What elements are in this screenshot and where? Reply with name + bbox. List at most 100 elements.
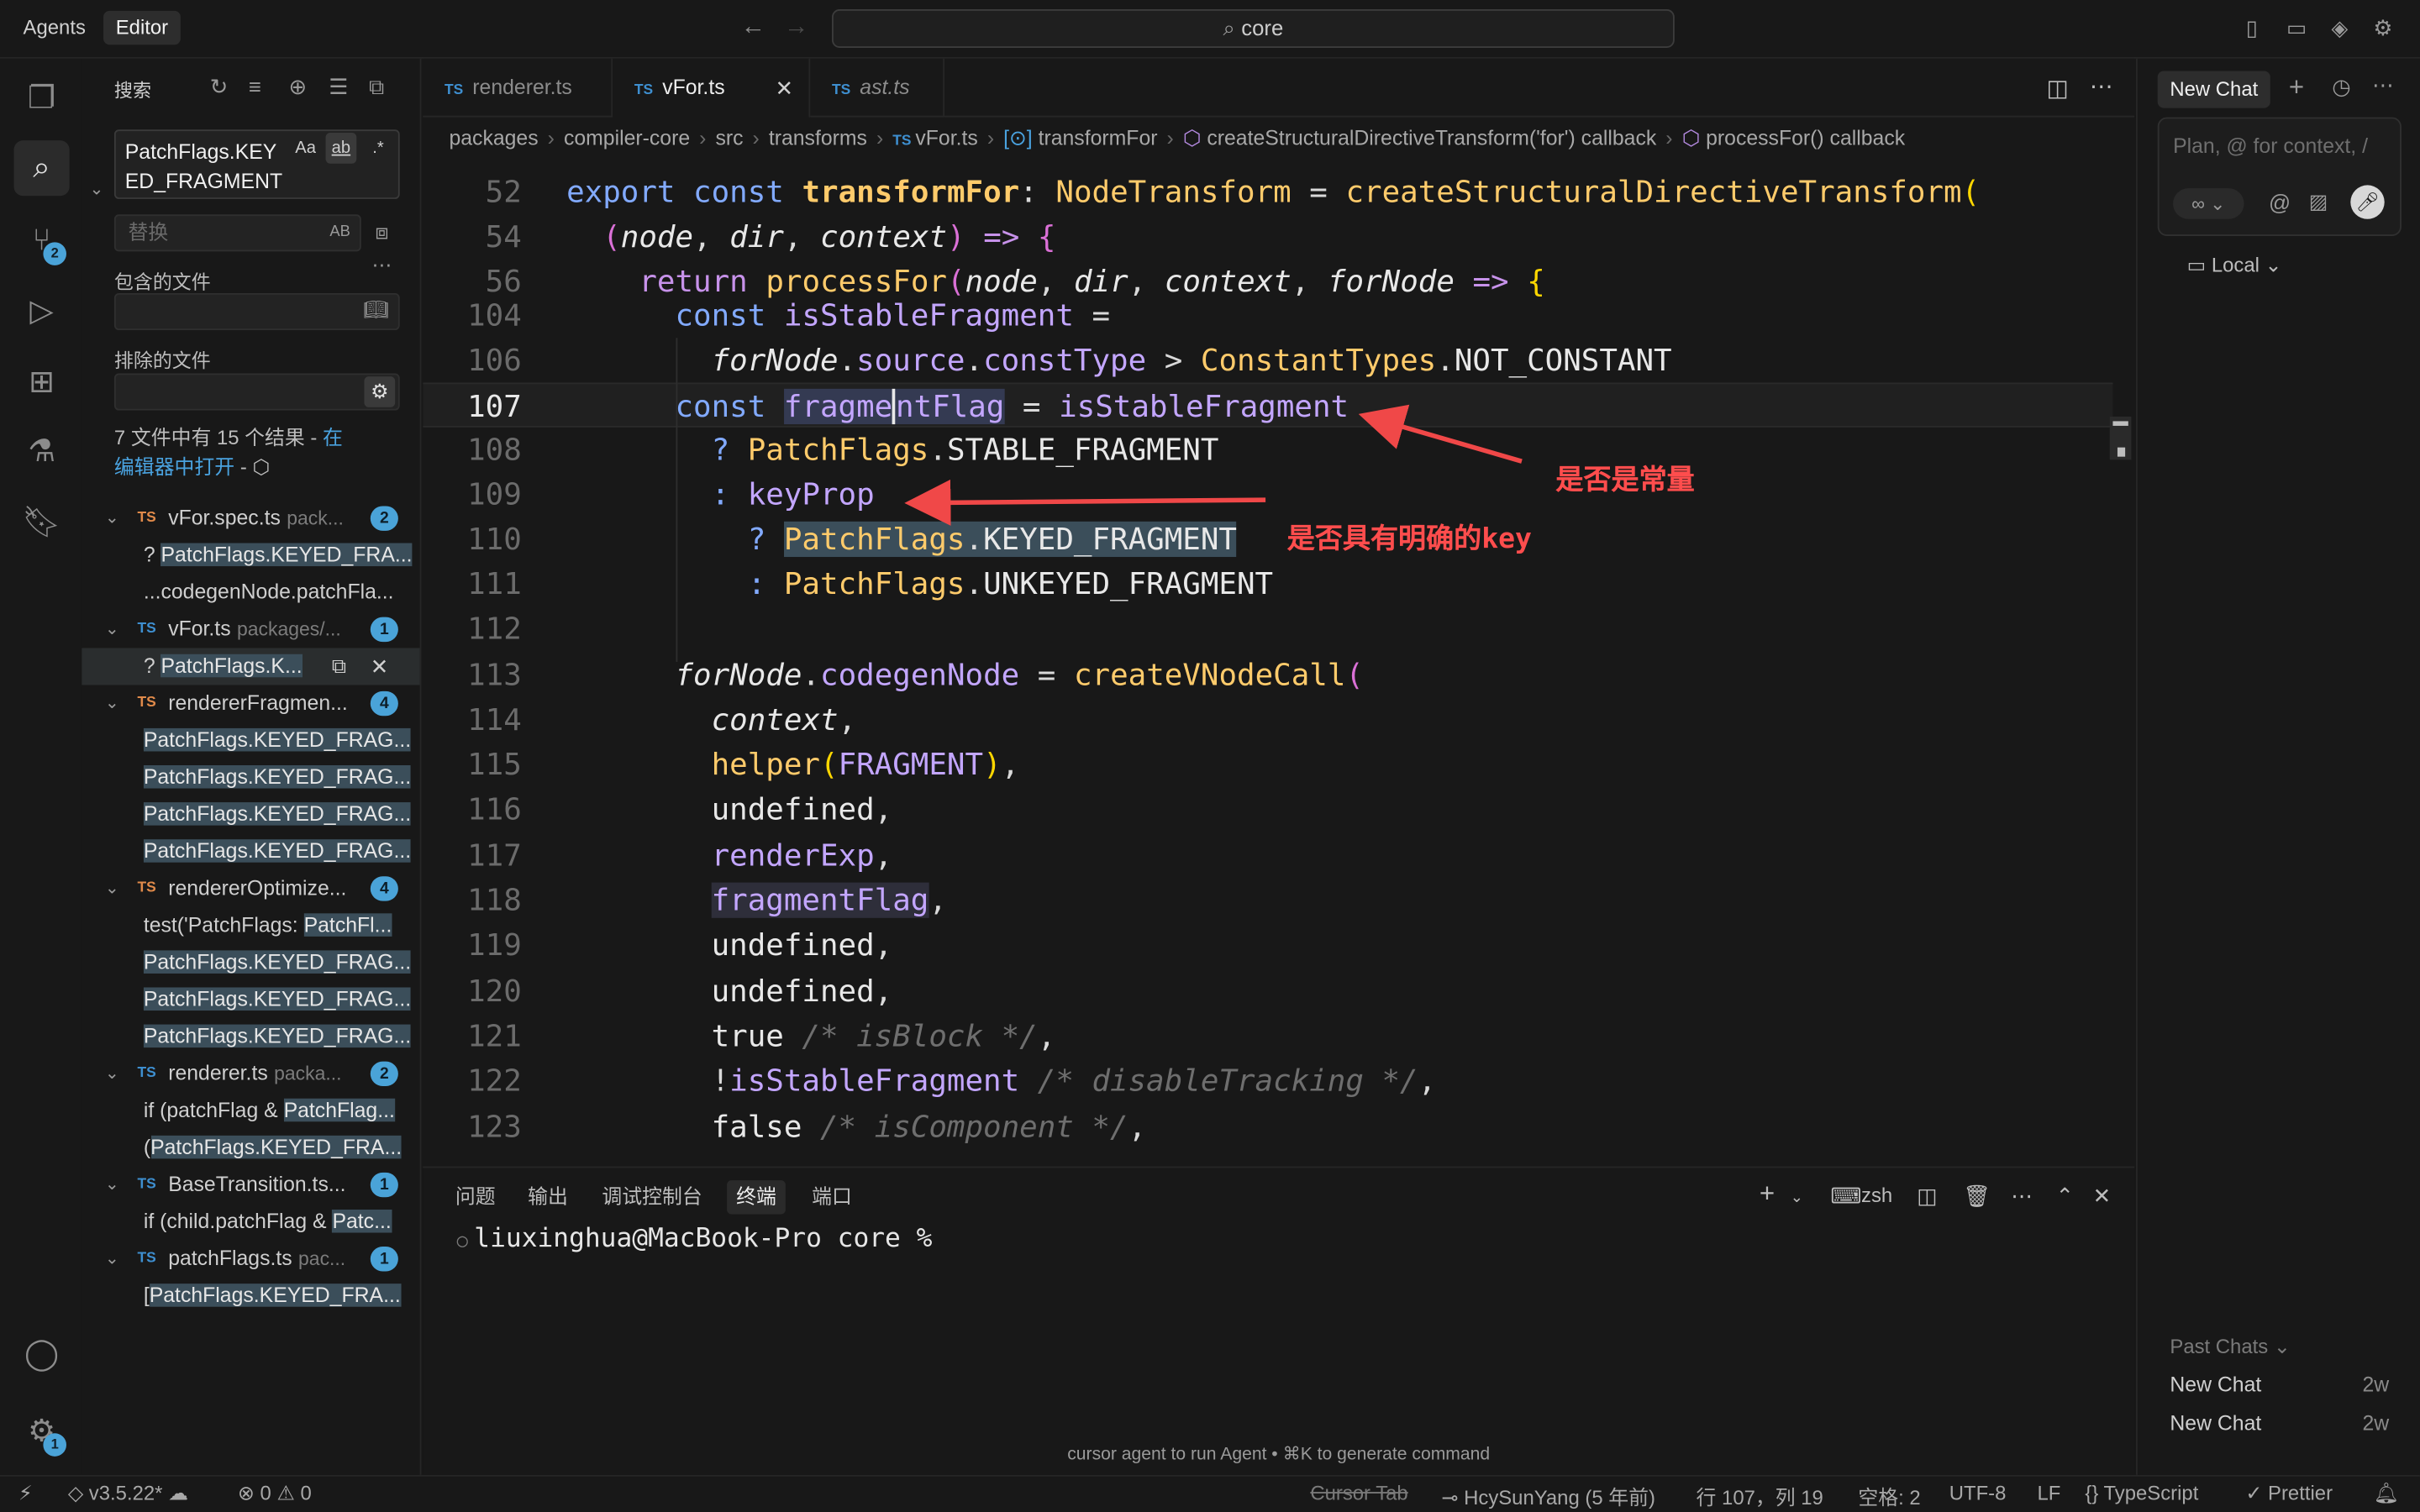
history-clock-icon[interactable]: ◷ [2332,74,2350,100]
chevron-down-icon[interactable]: ⌄ [105,1167,119,1204]
tab-ports[interactable]: 端口 [802,1180,861,1214]
end-of-line[interactable]: LF [2037,1481,2060,1504]
terminal-output[interactable]: ○ liuxinghua@MacBook-Pro core % [457,1224,933,1255]
result-match-row[interactable]: ? PatchFlags.KEYED_FRA... [82,537,419,574]
gear-icon[interactable]: ⚙ [2370,15,2395,39]
exclude-settings-icon[interactable]: ⚙ [364,376,396,407]
new-chat-plus-icon[interactable]: + [2289,72,2304,103]
chevron-down-icon[interactable]: ⌄ [105,685,119,722]
microphone-icon[interactable]: 🎤︎ [2350,185,2385,219]
testing-flask-icon[interactable]: ⚗ [14,424,70,480]
editor-tab[interactable]: TS ast.ts [810,58,945,118]
indentation[interactable]: 空格: 2 [1858,1481,1920,1510]
editor-tab[interactable]: TS vFor.ts ✕ [613,58,811,118]
tab-output[interactable]: 输出 [518,1180,577,1214]
result-file-row[interactable]: ⌄ TS vFor.spec.ts pack... 2 [82,500,419,537]
result-file-row[interactable]: ⌄ TS patchFlags.ts pac... 1 [82,1241,419,1278]
tab-debug-console[interactable]: 调试控制台 [592,1180,711,1214]
result-match-row[interactable]: (PatchFlags.KEYED_FRA... [82,1129,419,1166]
breadcrumb-item[interactable]: transformFor [1039,127,1158,150]
chevron-down-icon[interactable]: ⌄ [105,500,119,537]
source-control-icon[interactable]: ⑂ 2 [14,213,70,268]
problems-item[interactable]: ⊗ 0 ⚠ 0 [238,1481,312,1505]
result-file-row[interactable]: ⌄ TS rendererOptimize... 4 [82,870,419,907]
clear-results-icon[interactable]: ≡ [249,74,261,98]
match-case-toggle[interactable]: Aa [290,133,321,164]
back-arrow-icon[interactable]: ← [741,14,765,42]
view-as-tree-icon[interactable]: ☰ [329,74,348,100]
collapse-all-icon[interactable]: ⧉ [369,74,384,100]
git-blame-item[interactable]: ⊸ HcySunYang (5 年前) [1441,1481,1655,1510]
use-regex-toggle[interactable]: .* [363,133,394,164]
search-icon[interactable]: ⌕ [13,140,70,197]
result-file-row[interactable]: ⌄ TS rendererFragmen... 4 [82,685,419,722]
result-match-row[interactable]: PatchFlags.KEYED_FRAG... [82,944,419,981]
editor-tab[interactable]: TS renderer.ts [423,58,613,118]
chat-more-icon[interactable]: ⋯ [2372,72,2394,98]
terminal-shell-name[interactable]: zsh [1861,1184,1892,1207]
close-tab-icon[interactable]: ✕ [776,59,794,118]
include-files-input[interactable]: 📖︎ [113,292,400,331]
image-icon[interactable]: ▨ [2309,190,2328,214]
bookmark-icon[interactable]: 🔖︎ [14,496,70,551]
chevron-down-icon[interactable]: ⌄ [105,1241,119,1278]
open-editors-book-icon[interactable]: 📖︎ [364,297,389,322]
tab-terminal[interactable]: 终端 [727,1180,786,1215]
more-actions-icon[interactable]: ⋯ [2090,72,2113,100]
explorer-icon[interactable]: ❐ [14,71,70,126]
git-branch-item[interactable]: ◇ v3.5.22* ☁ [68,1481,188,1505]
new-search-editor-icon[interactable]: ⊕ [288,74,307,100]
trash-icon[interactable]: 🗑︎ [1963,1184,1991,1210]
terminal-dropdown-chevron-icon[interactable]: ⌄ [1791,1189,1803,1206]
chevron-down-icon[interactable]: ⌄ [105,870,119,907]
result-match-row[interactable]: PatchFlags.KEYED_FRAG... [82,1018,419,1055]
replace-input[interactable]: 替换 AB [113,214,361,252]
formatter-item[interactable]: ✓ Prettier [2245,1481,2333,1505]
breadcrumb-item[interactable]: createStructuralDirectiveTransform('for'… [1207,127,1656,150]
more-options-icon[interactable]: ⋯ [372,253,392,277]
forward-arrow-icon[interactable]: → [784,14,808,42]
code-editor[interactable]: 52 export const transformFor: NodeTransfo… [423,170,2134,1167]
past-chat-item[interactable]: New Chat 2w [2170,1412,2389,1436]
breadcrumb-item[interactable]: vFor.ts [915,127,977,150]
account-icon[interactable]: ◯ [14,1327,70,1383]
result-file-row[interactable]: ⌄ TS vFor.ts packages/... 1 [82,611,419,648]
tab-editor[interactable]: Editor [103,10,181,45]
cursor-position[interactable]: 行 107，列 19 [1697,1481,1823,1510]
command-center[interactable]: ⌕ core [831,9,1675,48]
result-match-row[interactable]: PatchFlags.KEYED_FRAG... [82,981,419,1018]
result-file-row[interactable]: ⌄ TS renderer.ts packa... 2 [82,1055,419,1092]
breadcrumb-item[interactable]: packages [449,127,538,150]
result-match-row[interactable]: PatchFlags.KEYED_FRAG... [82,833,419,870]
open-in-editor-link-2[interactable]: 编辑器中打开 [114,455,234,479]
language-mode[interactable]: {} TypeScript [2085,1481,2198,1504]
replace-all-icon[interactable]: ⧈ [375,219,388,245]
manage-gear-icon[interactable]: ⚙ 1 [14,1404,70,1459]
mention-at-icon[interactable]: @ [2269,190,2291,214]
breadcrumb-item[interactable]: transforms [769,127,867,150]
breadcrumb-item[interactable]: compiler-core [564,127,690,150]
tab-problems[interactable]: 问题 [446,1180,505,1214]
result-match-row[interactable]: if (patchFlag & PatchFlag... [82,1092,419,1129]
result-file-row[interactable]: ⌄ TS BaseTransition.ts... 1 [82,1167,419,1204]
refresh-icon[interactable]: ↻ [210,74,229,100]
cube-icon[interactable]: ◈ [2328,15,2352,39]
encoding[interactable]: UTF-8 [1949,1481,2007,1504]
local-selector[interactable]: ▭ Local ⌄ [2187,253,2282,277]
breadcrumb-item[interactable]: processFor() callback [1706,127,1905,150]
toggle-panel-icon[interactable]: ▭ [2284,15,2308,39]
chat-input[interactable]: Plan, @ for context, / ∞ ⌄ @ ▨ 🎤︎ [2157,117,2402,237]
result-match-row[interactable]: if (child.patchFlag & Patc... [82,1204,419,1241]
tab-agents[interactable]: Agents [11,11,98,45]
result-match-row[interactable]: ...codegenNode.patchFla... [82,574,419,611]
exclude-files-input[interactable]: ⚙ [113,373,400,411]
split-editor-icon[interactable]: ◫ [2046,74,2068,102]
open-in-editor-link[interactable]: 在 [323,426,343,449]
split-terminal-icon[interactable]: ◫ [1917,1184,1937,1210]
search-input[interactable]: PatchFlags.KEY ED_FRAGMENT [113,129,400,199]
past-chat-item[interactable]: New Chat 2w [2170,1373,2389,1397]
match-whole-word-toggle[interactable]: ab [325,132,357,164]
past-chats-label[interactable]: Past Chats ⌄ [2170,1335,2290,1359]
dismiss-match-close-icon[interactable]: ✕ [371,648,389,685]
toggle-replace-chevron-icon[interactable]: ⌄ [90,179,104,199]
